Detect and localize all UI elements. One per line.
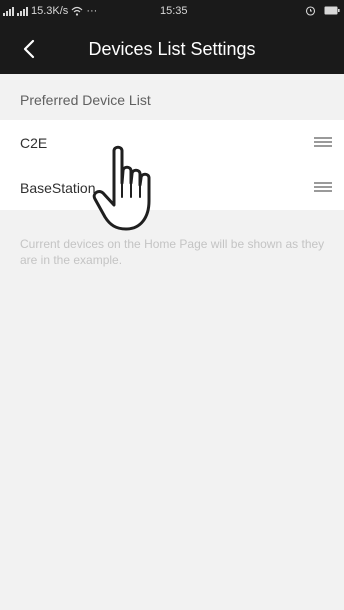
signal-icon: [17, 6, 28, 16]
status-left: 15.3K/s ···: [3, 5, 97, 17]
device-label: BaseStation: [20, 180, 96, 196]
alarm-icon: [305, 6, 316, 16]
hint-text: Current devices on the Home Page will be…: [20, 237, 325, 267]
more-dots: ···: [86, 5, 98, 17]
device-row-c2e[interactable]: C2E: [0, 120, 344, 165]
signal-icon: [3, 6, 14, 16]
section-title: Preferred Device List: [20, 92, 151, 108]
device-label: C2E: [20, 135, 48, 151]
status-bar: 15.3K/s ··· 15:35: [0, 0, 344, 24]
battery-icon: [324, 6, 340, 15]
header-bar: Devices List Settings: [0, 24, 344, 74]
device-row-basestation[interactable]: BaseStation: [0, 165, 344, 210]
drag-handle-icon[interactable]: [314, 179, 332, 195]
status-time: 15:35: [160, 5, 188, 17]
wifi-icon: [71, 6, 83, 16]
status-right: [305, 5, 340, 16]
drag-handle-icon[interactable]: [314, 134, 332, 150]
page-title: Devices List Settings: [88, 39, 256, 59]
network-speed: 15.3K/s: [31, 5, 69, 17]
device-list: C2E BaseStation: [0, 120, 344, 210]
devices-list-settings-screen: 15.3K/s ··· 15:35 Devices List Settings …: [0, 0, 344, 610]
